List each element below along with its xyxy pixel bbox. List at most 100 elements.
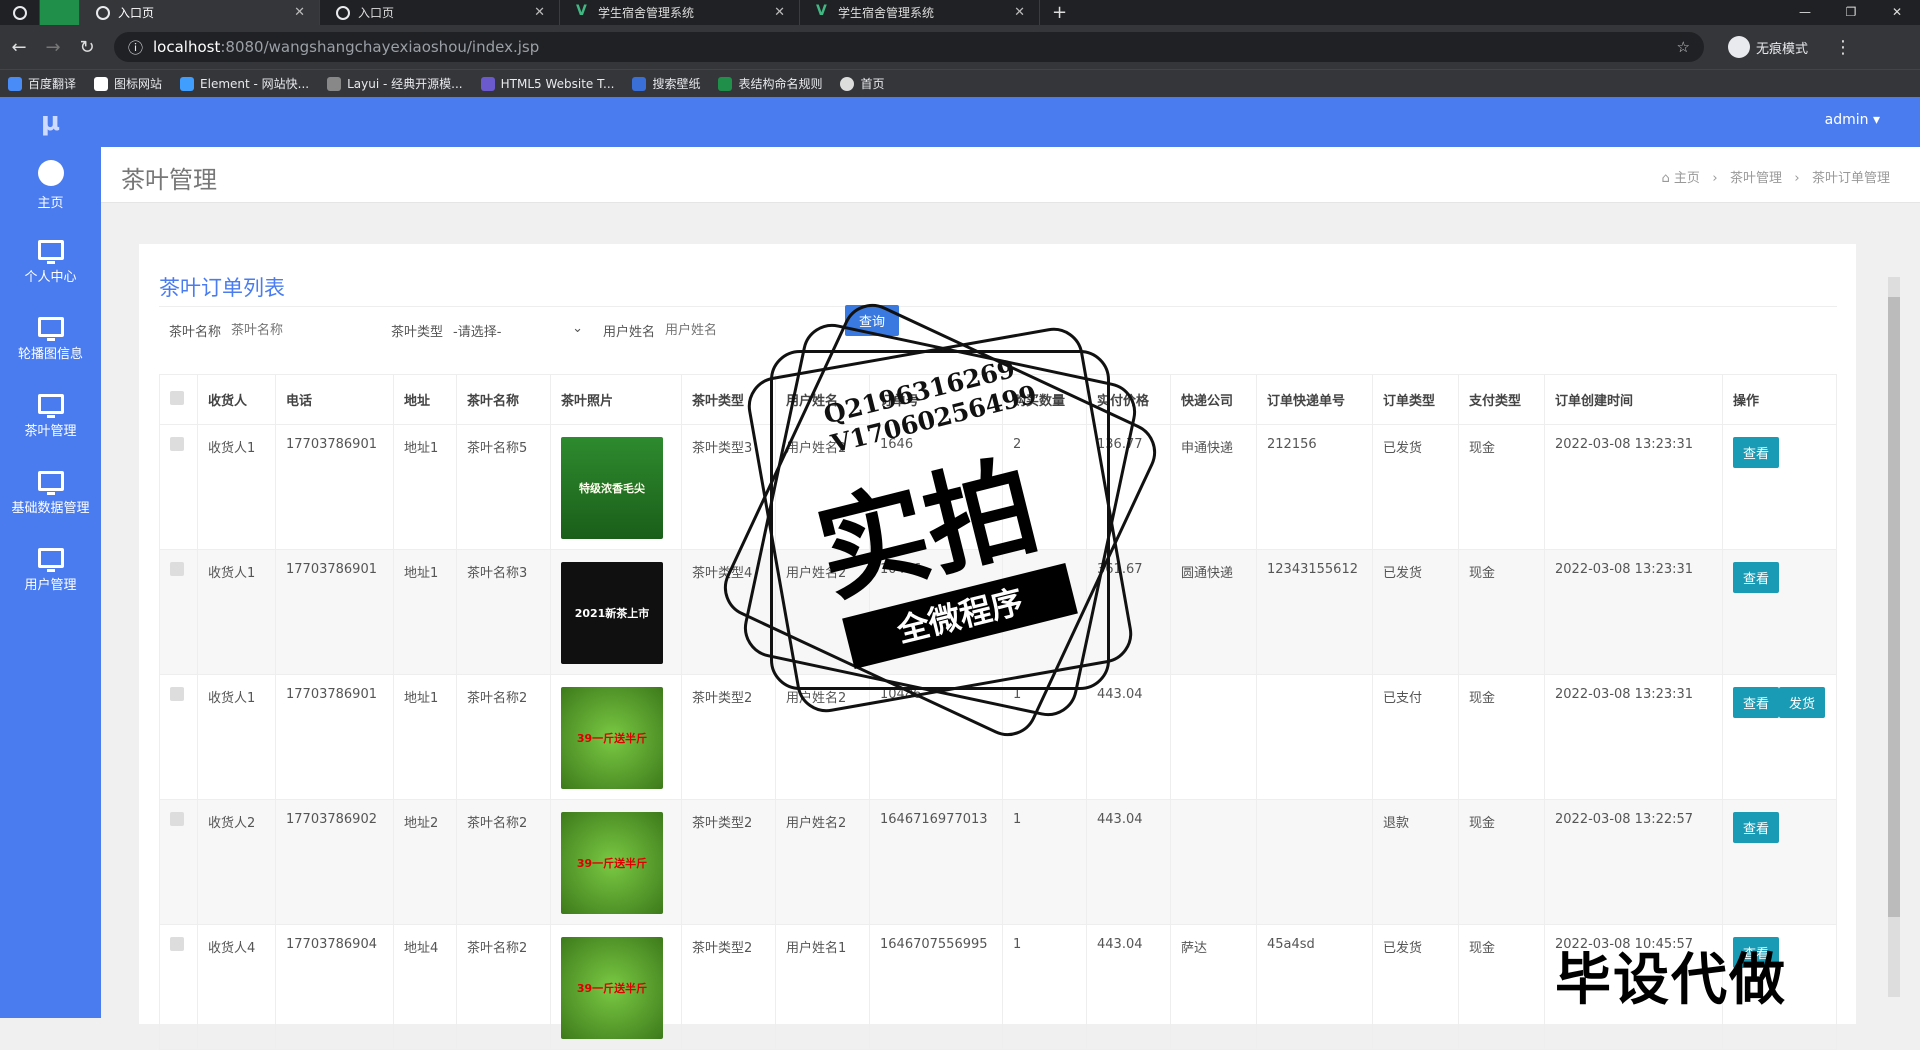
cell-tea-name: 茶叶名称3: [456, 549, 551, 675]
flag-icon: [94, 76, 109, 91]
sidebar-item-profile[interactable]: 个人中心: [0, 224, 101, 301]
browser-menu-tab[interactable]: [0, 0, 40, 25]
cell-created-time: 2022-03-08 13:23:31: [1544, 424, 1723, 550]
tea-name-input[interactable]: [231, 323, 352, 338]
cell-photo: 2021新茶上市: [550, 549, 682, 675]
cell-tracking: 12343155612: [1256, 549, 1373, 675]
app-tab[interactable]: [40, 0, 80, 25]
restore-icon[interactable]: ❐: [1828, 0, 1874, 25]
bookmark-item[interactable]: 搜索壁纸: [632, 75, 700, 92]
row-checkbox[interactable]: [170, 937, 184, 951]
back-icon[interactable]: ←: [4, 37, 34, 58]
sidebar-item-carousel[interactable]: 轮播图信息: [0, 301, 101, 378]
sidebar: μ 主页 个人中心 轮播图信息 茶叶管理 基础数据管理 用户管理: [0, 97, 101, 1018]
bookmark-item[interactable]: 图标网站: [94, 75, 162, 92]
scrollbar-thumb[interactable]: [1888, 297, 1900, 917]
close-tab-icon[interactable]: ✕: [534, 5, 545, 20]
cell-user-name: 用户姓名2: [775, 674, 870, 800]
minimize-icon[interactable]: —: [1782, 0, 1828, 25]
tea-photo[interactable]: 特级浓香毛尖: [561, 437, 663, 539]
column-header: 快递公司: [1170, 374, 1257, 425]
tea-type-select[interactable]: -请选择- ⌄: [453, 321, 583, 340]
row-checkbox[interactable]: [170, 812, 184, 826]
view-button[interactable]: 查看: [1733, 437, 1780, 468]
view-button[interactable]: 查看: [1733, 812, 1780, 843]
breadcrumb-tea[interactable]: 茶叶管理: [1730, 171, 1782, 186]
bookmark-item[interactable]: 首页: [840, 75, 885, 92]
row-checkbox[interactable]: [170, 562, 184, 576]
view-button[interactable]: 查看: [1733, 687, 1780, 718]
bookmark-item[interactable]: Element - 网站快...: [180, 75, 309, 92]
cell-tea-name: 茶叶名称2: [456, 924, 551, 1050]
cell-user-name: 用户姓名2: [775, 424, 870, 550]
tea-photo[interactable]: 2021新茶上市: [561, 562, 663, 664]
bookmark-item[interactable]: Layui - 经典开源模...: [327, 75, 463, 92]
cell-order-status: 已支付: [1372, 674, 1459, 800]
browser-tab[interactable]: 入口页 ✕: [320, 0, 560, 25]
forward-icon[interactable]: →: [38, 37, 68, 58]
row-checkbox[interactable]: [170, 687, 184, 701]
user-name-label: 用户姓名: [603, 325, 656, 340]
monitor-icon: [37, 471, 64, 495]
browser-tab[interactable]: V 学生宿舍管理系统 ✕: [560, 0, 800, 25]
select-all-checkbox[interactable]: [170, 390, 184, 405]
cell-actions: 查看: [1722, 799, 1837, 925]
incognito-indicator[interactable]: 无痕模式: [1728, 36, 1808, 58]
sidebar-item-home[interactable]: 主页: [0, 147, 101, 224]
row-checkbox[interactable]: [170, 437, 184, 451]
breadcrumb-home[interactable]: 主页: [1674, 171, 1700, 186]
cell-order-status: 已发货: [1372, 549, 1459, 675]
cell-created-time: 2022-03-08 13:23:31: [1544, 549, 1723, 675]
cell-qty: 1: [1002, 924, 1087, 1050]
cell-user-name: 用户姓名2: [775, 799, 870, 925]
info-icon[interactable]: ⓘ: [128, 37, 143, 58]
cell-photo: 39一斤送半斤: [550, 924, 682, 1050]
scrollbar[interactable]: [1888, 277, 1900, 997]
corner-watermark: 毕设代做: [1555, 948, 1787, 1013]
browser-tab[interactable]: V 学生宿舍管理系统 ✕: [800, 0, 1040, 25]
tea-type-label: 茶叶类型: [391, 325, 444, 340]
cell-payment: 现金: [1458, 674, 1545, 800]
address-toolbar: ← → ↻ ⓘ localhost:8080/wangshangchayexia…: [0, 25, 1920, 69]
cell-phone: 17703786904: [275, 924, 394, 1050]
browser-tab[interactable]: 入口页 ✕: [80, 0, 320, 25]
tea-photo[interactable]: 39一斤送半斤: [561, 812, 663, 914]
logo: μ: [40, 107, 61, 137]
query-button[interactable]: 查询: [845, 305, 900, 336]
sidebar-item-basedata[interactable]: 基础数据管理: [0, 455, 101, 532]
close-tab-icon[interactable]: ✕: [774, 5, 785, 20]
address-bar[interactable]: ⓘ localhost:8080/wangshangchayexiaoshou/…: [114, 32, 1704, 62]
reload-icon[interactable]: ↻: [72, 37, 102, 58]
cell-tracking: 212156: [1256, 424, 1373, 550]
view-button[interactable]: 查看: [1733, 562, 1780, 593]
column-header: 地址: [393, 374, 457, 425]
bookmark-item[interactable]: 表结构命名规则: [718, 75, 822, 92]
cell-order-no: 1646707556995: [869, 924, 1003, 1050]
new-tab-button[interactable]: +: [1052, 0, 1067, 25]
more-menu-icon[interactable]: ⋮: [1828, 37, 1858, 58]
sidebar-item-tea[interactable]: 茶叶管理: [0, 378, 101, 455]
wallpaper-icon: [632, 76, 647, 91]
user-menu[interactable]: admin ▾: [1825, 112, 1880, 128]
tea-photo[interactable]: 39一斤送半斤: [561, 687, 663, 789]
user-name-input[interactable]: [665, 323, 786, 338]
cell-tea-name: 茶叶名称2: [456, 674, 551, 800]
bookmark-item[interactable]: 百度翻译: [8, 75, 76, 92]
bookmark-icon: [8, 76, 22, 91]
sidebar-item-users[interactable]: 用户管理: [0, 532, 101, 609]
sheet-icon: [718, 76, 733, 91]
cell-payment: 现金: [1458, 549, 1545, 675]
column-header: 支付类型: [1458, 374, 1545, 425]
bookmark-star-icon[interactable]: ☆: [1677, 38, 1690, 56]
close-window-icon[interactable]: ✕: [1874, 0, 1920, 25]
vue-icon: V: [816, 3, 827, 19]
cell-qty: [1002, 549, 1087, 675]
ship-button[interactable]: 发货: [1779, 687, 1826, 718]
cell-user-name: 用户姓名1: [775, 924, 870, 1050]
close-tab-icon[interactable]: ✕: [294, 5, 305, 20]
main-content: 茶叶管理 ⌂ 主页 › 茶叶管理 › 茶叶订单管理 茶叶订单列表 茶叶名称 茶叶…: [101, 147, 1920, 1050]
tea-photo[interactable]: 39一斤送半斤: [561, 937, 663, 1039]
close-tab-icon[interactable]: ✕: [1014, 5, 1025, 20]
table-row: 收货人1 17703786901 地址1 茶叶名称3 2021新茶上市 茶叶类型…: [159, 549, 1837, 675]
bookmark-item[interactable]: HTML5 Website T...: [480, 76, 614, 91]
